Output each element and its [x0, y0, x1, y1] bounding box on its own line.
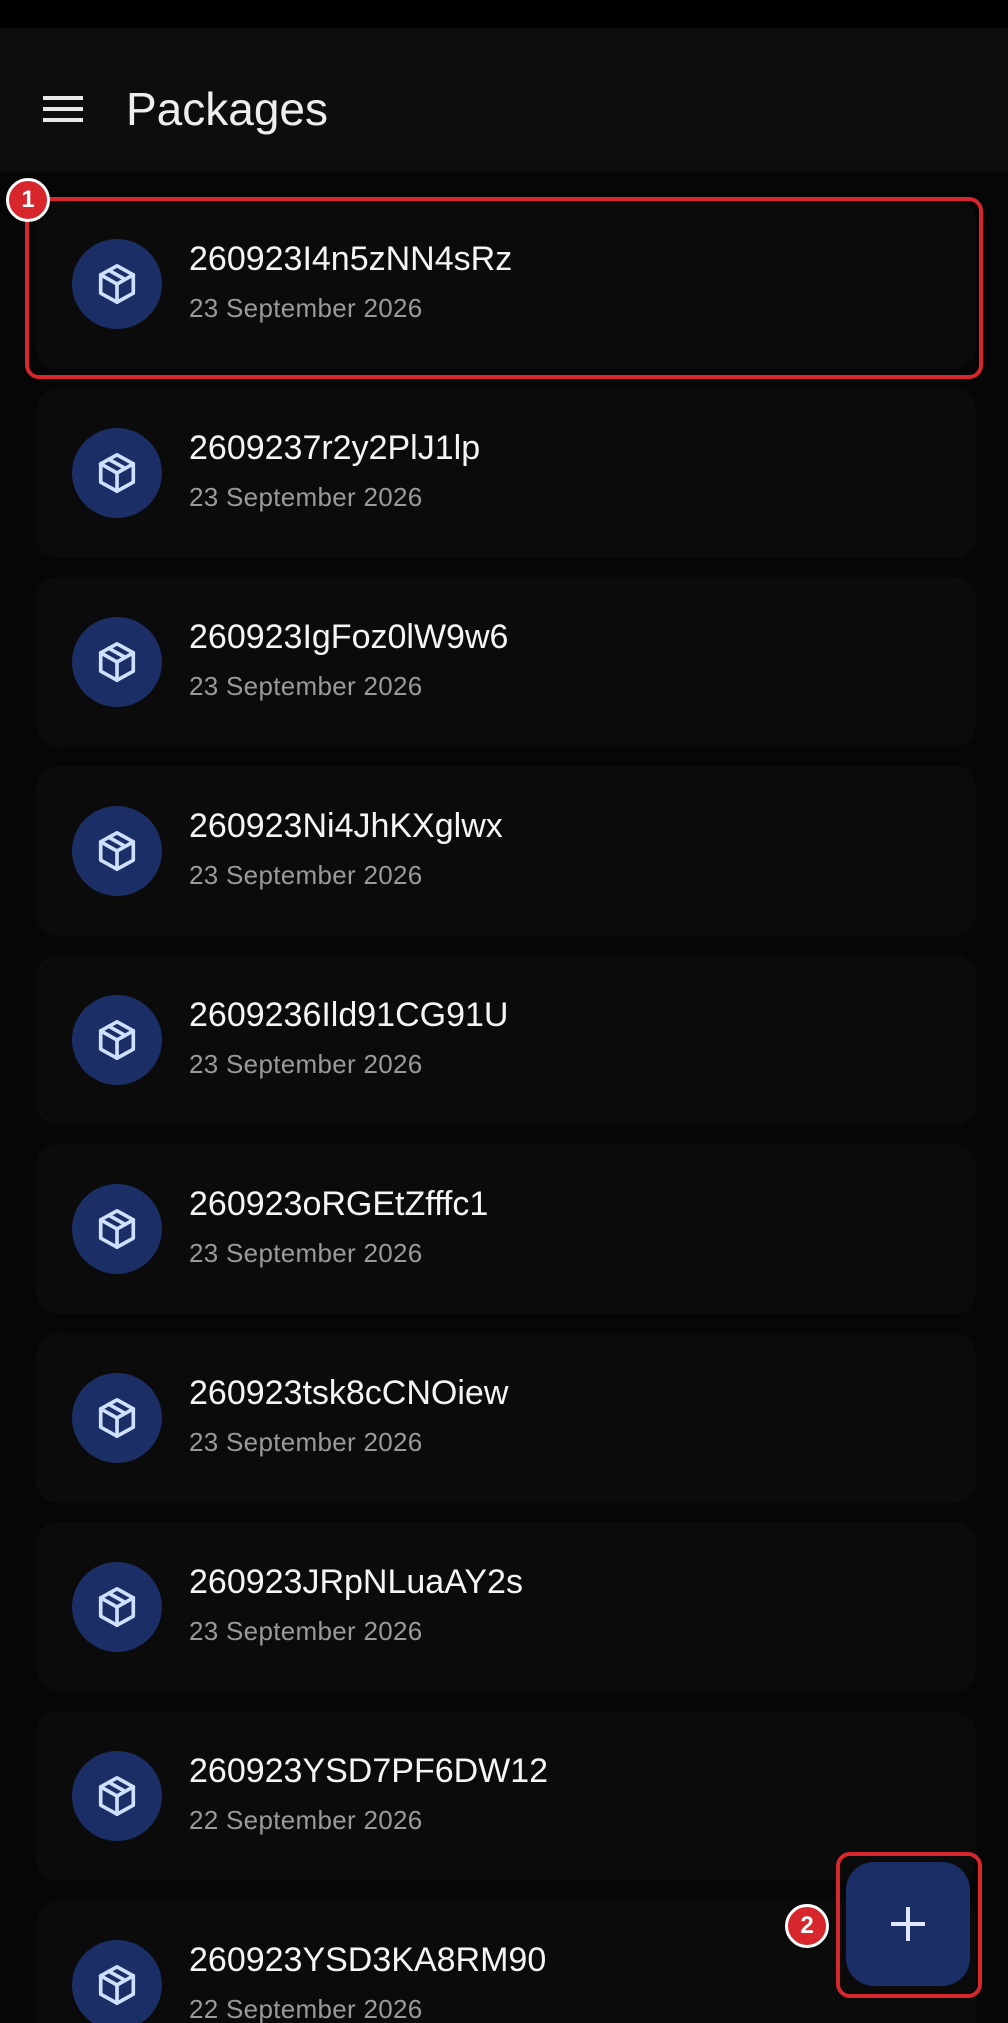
page-title: Packages: [126, 83, 329, 135]
package-date: 23 September 2026: [189, 482, 423, 512]
package-box-icon: [98, 830, 136, 872]
package-avatar: [72, 1373, 162, 1463]
package-list-item[interactable]: 260923IgFoz0lW9w6 23 September 2026: [36, 577, 976, 747]
package-avatar: [72, 1751, 162, 1841]
package-id: 260923oRGEtZfffc1: [189, 1185, 489, 1223]
package-list-item[interactable]: 260923JRpNLuaAY2s 23 September 2026: [36, 1522, 976, 1692]
package-box-icon: [98, 1964, 136, 2006]
annotation-badge-1: 1: [6, 178, 50, 222]
package-list-item[interactable]: 260923Ni4JhKXglwx 23 September 2026: [36, 766, 976, 936]
package-list[interactable]: 260923I4n5zNN4sRz 23 September 2026 2609…: [0, 172, 1008, 2023]
menu-button[interactable]: [24, 70, 102, 148]
package-box-icon: [98, 641, 136, 683]
package-id: 260923YSD3KA8RM90: [189, 1941, 547, 1979]
package-id: 2609236Ild91CG91U: [189, 996, 509, 1034]
add-package-button[interactable]: [846, 1862, 970, 1986]
package-box-icon: [98, 263, 136, 305]
plus-icon: [891, 1907, 925, 1941]
package-id: 260923tsk8cCNOiew: [189, 1374, 509, 1412]
status-bar: [0, 0, 1008, 28]
package-avatar: [72, 617, 162, 707]
package-date: 23 September 2026: [189, 1427, 423, 1457]
top-app-bar: Packages: [0, 28, 1008, 172]
package-avatar: [72, 995, 162, 1085]
package-avatar: [72, 428, 162, 518]
package-date: 22 September 2026: [189, 1805, 423, 1835]
package-box-icon: [98, 1586, 136, 1628]
menu-icon: [43, 96, 83, 122]
package-id: 260923Ni4JhKXglwx: [189, 807, 503, 845]
package-date: 23 September 2026: [189, 1616, 423, 1646]
package-date: 23 September 2026: [189, 293, 423, 323]
package-list-item[interactable]: 260923I4n5zNN4sRz 23 September 2026: [36, 199, 976, 369]
package-id: 260923YSD7PF6DW12: [189, 1752, 549, 1790]
package-list-item[interactable]: 2609237r2y2PlJ1lp 23 September 2026: [36, 388, 976, 558]
package-list-item[interactable]: 2609236Ild91CG91U 23 September 2026: [36, 955, 976, 1125]
package-list-item[interactable]: 260923YSD7PF6DW12 22 September 2026: [36, 1711, 976, 1881]
package-avatar: [72, 1940, 162, 2023]
annotation-badge-2: 2: [785, 1904, 829, 1948]
package-box-icon: [98, 1208, 136, 1250]
package-date: 23 September 2026: [189, 1049, 423, 1079]
package-date: 22 September 2026: [189, 1994, 423, 2023]
package-list-item[interactable]: 260923YSD3KA8RM90 22 September 2026: [36, 1900, 976, 2023]
package-box-icon: [98, 1775, 136, 1817]
package-date: 23 September 2026: [189, 1238, 423, 1268]
package-id: 260923IgFoz0lW9w6: [189, 618, 509, 656]
package-date: 23 September 2026: [189, 860, 423, 890]
package-box-icon: [98, 1019, 136, 1061]
package-box-icon: [98, 452, 136, 494]
package-avatar: [72, 806, 162, 896]
package-list-item[interactable]: 260923tsk8cCNOiew 23 September 2026: [36, 1333, 976, 1503]
package-list-item[interactable]: 260923oRGEtZfffc1 23 September 2026: [36, 1144, 976, 1314]
package-box-icon: [98, 1397, 136, 1439]
package-id: 260923JRpNLuaAY2s: [189, 1563, 523, 1601]
package-date: 23 September 2026: [189, 671, 423, 701]
package-id: 260923I4n5zNN4sRz: [189, 240, 513, 278]
package-avatar: [72, 239, 162, 329]
package-avatar: [72, 1184, 162, 1274]
package-id: 2609237r2y2PlJ1lp: [189, 429, 481, 467]
package-avatar: [72, 1562, 162, 1652]
